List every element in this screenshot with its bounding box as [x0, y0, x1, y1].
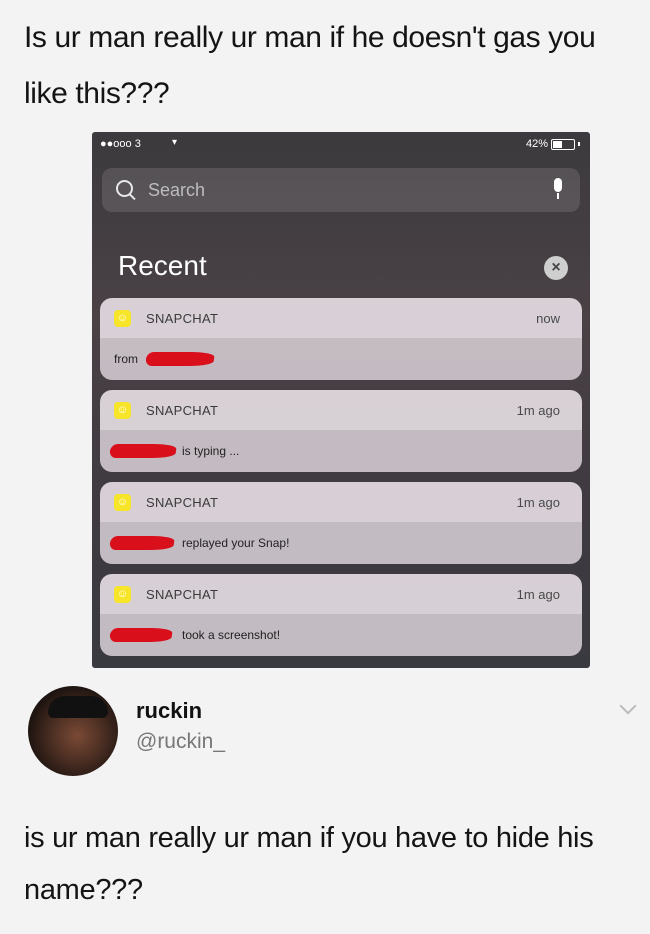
snapchat-icon: ☺ — [114, 310, 131, 327]
notification-time: 1m ago — [516, 403, 560, 418]
user-handle[interactable]: @ruckin_ — [136, 730, 225, 754]
redaction-mark — [109, 536, 175, 550]
notification-card[interactable]: ☺ SNAPCHAT 1m ago took a screenshot! — [100, 574, 582, 656]
display-name[interactable]: ruckin — [136, 698, 202, 724]
notification-card[interactable]: ☺ SNAPCHAT 1m ago replayed your Snap! — [100, 482, 582, 564]
phone-screenshot: ●●ooo 3 ▾ 42% Search Recent × ☺ SNAPCHAT… — [92, 132, 590, 668]
battery-icon — [551, 138, 575, 150]
notification-app-name: SNAPCHAT — [146, 587, 219, 602]
close-icon[interactable]: × — [544, 256, 568, 280]
battery-indicator: 42% — [526, 138, 580, 150]
battery-percent: 42% — [525, 138, 548, 150]
snapchat-icon: ☺ — [114, 586, 131, 603]
search-input[interactable]: Search — [102, 168, 580, 212]
section-title: Recent — [118, 250, 207, 281]
notification-app-name: SNAPCHAT — [146, 495, 219, 510]
notification-message: from — [114, 352, 138, 366]
redaction-mark — [109, 444, 177, 458]
notification-message: took a screenshot! — [182, 628, 281, 642]
redaction-mark — [109, 628, 173, 642]
notification-card[interactable]: ☺ SNAPCHAT 1m ago is typing ... — [100, 390, 582, 472]
snapchat-icon: ☺ — [114, 402, 131, 419]
avatar[interactable] — [28, 686, 118, 776]
search-placeholder: Search — [148, 180, 206, 200]
notification-time: now — [536, 311, 560, 326]
carrier-label: ●●ooo 3 — [100, 138, 141, 150]
tweet-text: is ur man really ur man if you have to h… — [24, 822, 594, 906]
wifi-icon: ▾ — [172, 137, 178, 148]
notification-app-name: SNAPCHAT — [146, 311, 219, 326]
chevron-down-icon[interactable] — [619, 697, 637, 715]
snapchat-icon: ☺ — [114, 494, 131, 511]
notification-card[interactable]: ☺ SNAPCHAT now from — [100, 298, 582, 380]
search-icon — [116, 180, 133, 197]
status-bar: ●●ooo 3 ▾ 42% — [92, 132, 590, 156]
mic-icon[interactable] — [554, 178, 562, 199]
notification-app-name: SNAPCHAT — [146, 403, 219, 418]
notification-time: 1m ago — [516, 587, 560, 602]
notification-message: replayed your Snap! — [182, 536, 290, 550]
notification-message: is typing ... — [182, 444, 240, 458]
post-caption: Is ur man really ur man if he doesn't ga… — [24, 21, 596, 110]
redaction-mark — [145, 352, 215, 366]
notification-time: 1m ago — [516, 495, 560, 510]
